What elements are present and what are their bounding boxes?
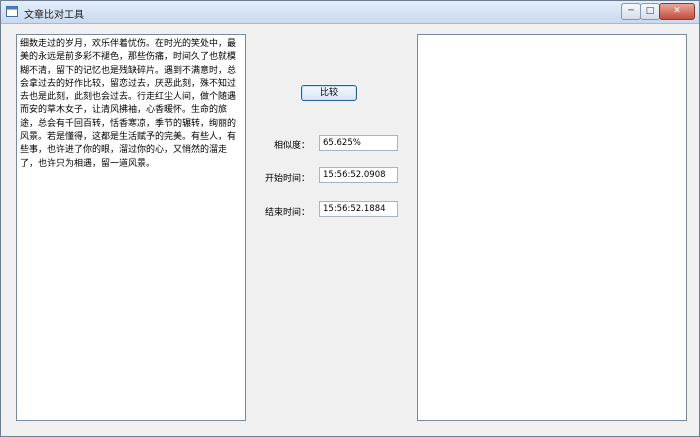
close-button[interactable]: ✕ [659,3,695,20]
similarity-label: 相似度： [273,141,310,151]
end-time-field[interactable]: 15:56:52.1884 [319,201,398,217]
maximize-button[interactable]: □ [640,3,660,20]
window-title: 文章比对工具 [24,10,84,21]
compare-button[interactable]: 比较 [301,85,357,101]
similarity-field[interactable]: 65.625% [319,135,398,151]
compare-text-area[interactable] [417,34,687,421]
start-time-label: 开始时间： [264,174,310,184]
start-time-field[interactable]: 15:56:52.0908 [319,167,398,183]
app-window: 文章比对工具 ─ □ ✕ 细数走过的岁月，欢乐伴着忧伤。在时光的笑处中，最美的永… [0,0,700,437]
minimize-button[interactable]: ─ [621,3,641,20]
end-time-label: 结束时间： [264,208,310,218]
source-text-area[interactable]: 细数走过的岁月，欢乐伴着忧伤。在时光的笑处中，最美的永远是前多彩不褪色，那些伤痛… [16,34,246,421]
title-bar[interactable]: 文章比对工具 ─ □ ✕ [1,1,699,24]
app-window-icon [6,6,18,17]
